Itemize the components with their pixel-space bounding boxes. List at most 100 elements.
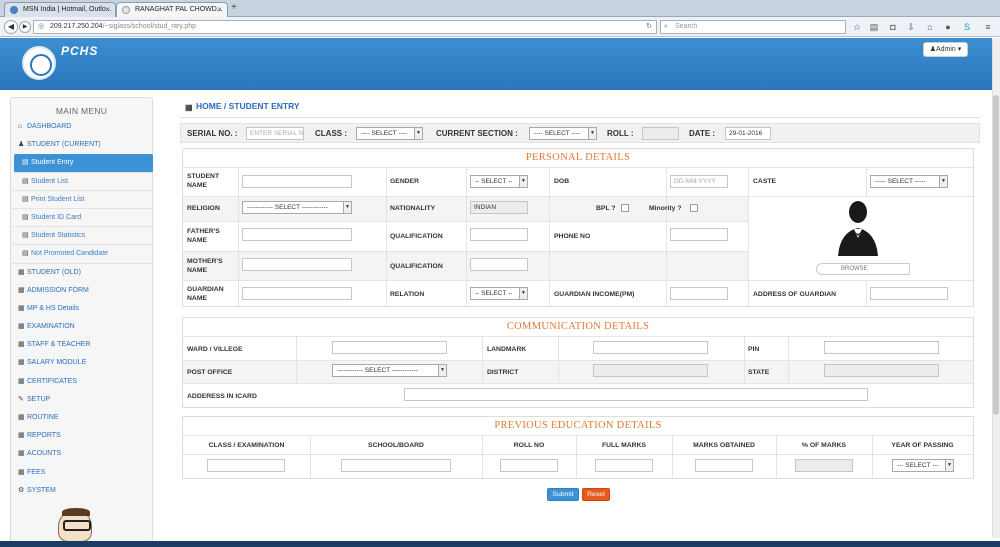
mother-qualification-input[interactable]: [470, 258, 528, 271]
bpl-checkbox[interactable]: [621, 204, 629, 212]
reload-icon[interactable]: ↻: [646, 21, 652, 33]
date-input[interactable]: 29-01-2016: [725, 127, 771, 140]
skype-icon[interactable]: S: [962, 22, 972, 32]
divider: [386, 167, 387, 306]
sidebar-title: MAIN MENU: [55, 106, 108, 116]
father-qualification-label: QUALIFICATION: [390, 233, 443, 240]
sidebar-item-student-old[interactable]: ▦ STUDENT (OLD): [10, 264, 153, 282]
chat-icon[interactable]: ●: [943, 22, 953, 32]
pocket-icon[interactable]: ◘: [888, 22, 898, 32]
phone-input[interactable]: [670, 228, 728, 241]
browser-tab-msn[interactable]: MSN India | Hotmail, Outlo... ×: [4, 2, 116, 17]
dob-input[interactable]: DD-MM-YYYY: [670, 175, 728, 188]
admin-dropdown-button[interactable]: ♟Admin ▾: [923, 42, 968, 57]
sidebar-item-student-list[interactable]: ▤ Student List: [10, 173, 153, 191]
district-input[interactable]: [593, 364, 708, 377]
submit-button[interactable]: Submit: [547, 488, 579, 501]
grid-icon: ▦: [18, 432, 25, 440]
address-bar[interactable]: ◎ 209.217.250.204/~siglass/school/stud_n…: [33, 20, 657, 34]
sidebar-item-student-statistics[interactable]: ▤ Student Statistics: [10, 227, 153, 246]
reset-button[interactable]: Reset: [582, 488, 610, 501]
msn-favicon-icon: [10, 6, 18, 14]
sidebar-item-setup[interactable]: ✎ SETUP: [10, 391, 153, 409]
column-header: % OF MARKS: [801, 442, 847, 449]
pin-input[interactable]: [824, 341, 939, 354]
minority-checkbox[interactable]: [690, 204, 698, 212]
new-tab-button[interactable]: +: [231, 2, 237, 13]
column-header: YEAR OF PASSING: [891, 442, 954, 449]
sidebar-item-fees[interactable]: ▦ FEES: [10, 464, 153, 482]
edu-full-marks-input[interactable]: [595, 459, 653, 472]
os-taskbar: [0, 541, 1000, 547]
forward-arrow-icon[interactable]: ▶: [19, 21, 31, 33]
student-name-label: STUDENT NAME: [187, 173, 220, 189]
sidebar-item-not-promoted-candidate[interactable]: ▤ Not Promoted Candidate: [10, 245, 153, 264]
grid-icon: ▦: [18, 377, 25, 385]
gender-select[interactable]: -- SELECT -- ▼: [470, 175, 528, 188]
list-icon: ▤: [22, 213, 29, 221]
sidebar-item-examination[interactable]: ▦ EXAMINATION: [10, 318, 153, 336]
back-arrow-icon[interactable]: ◀: [4, 20, 18, 34]
sidebar-item-salary-module[interactable]: ▦ SALARY MODULE: [10, 354, 153, 372]
wrench-icon: ✎: [18, 395, 24, 403]
relation-select[interactable]: -- SELECT -- ▼: [470, 287, 528, 300]
section-select[interactable]: ---- SELECT ---- ▼: [529, 127, 597, 140]
sidebar-item-mp-hs-details[interactable]: ▦ MP & HS Details: [10, 300, 153, 318]
state-input[interactable]: [824, 364, 939, 377]
hamburger-menu-icon[interactable]: ≡: [983, 22, 993, 32]
guardian-name-input[interactable]: [242, 287, 352, 300]
icard-address-input[interactable]: [404, 388, 868, 401]
guardian-address-input[interactable]: [870, 287, 948, 300]
scrollbar-thumb[interactable]: [993, 95, 999, 415]
bookmarks-list-icon[interactable]: ▤: [869, 22, 879, 32]
school-logo: [22, 46, 56, 80]
father-name-input[interactable]: [242, 228, 352, 241]
sidebar-item-print-student-list[interactable]: ▤ Print Student List: [10, 191, 153, 209]
student-name-input[interactable]: [242, 175, 352, 188]
edu-year-select[interactable]: --- SELECT --- ▼: [892, 459, 954, 472]
close-tab-icon[interactable]: ×: [105, 3, 110, 16]
serial-input[interactable]: ENTER SERIAL NO: [246, 127, 304, 140]
sidebar-item-student-entry[interactable]: ▤ Student Entry: [14, 154, 153, 173]
sidebar-item-acounts[interactable]: ▦ ACOUNTS: [10, 445, 153, 463]
home-browser-icon[interactable]: ⌂: [925, 22, 935, 32]
class-select[interactable]: ---- SELECT ---- ▼: [356, 127, 423, 140]
edu-class-input[interactable]: [207, 459, 285, 472]
sidebar-item-dashboard[interactable]: ⌂ DASHBOARD: [10, 118, 153, 136]
sidebar-item-label: ADMISSION FORM: [27, 286, 89, 294]
ward-input[interactable]: [332, 341, 447, 354]
bookmark-star-icon[interactable]: ☆: [852, 22, 862, 32]
class-label: CLASS :: [315, 129, 347, 138]
sidebar-item-routine[interactable]: ▦ ROUTINE: [10, 409, 153, 427]
edu-roll-input[interactable]: [500, 459, 558, 472]
sidebar-item-staff-teacher[interactable]: ▦ STAFF & TEACHER: [10, 336, 153, 354]
caste-select[interactable]: ----- SELECT ----- ▼: [870, 175, 948, 188]
religion-select[interactable]: ------------ SELECT ------------ ▼: [242, 201, 352, 214]
edu-percentage-input[interactable]: [795, 459, 853, 472]
sidebar-item-student-current[interactable]: ♟ STUDENT (CURRENT): [10, 136, 153, 154]
close-tab-icon[interactable]: ×: [217, 3, 222, 16]
breadcrumb-home-link[interactable]: HOME: [196, 101, 222, 111]
sidebar-item-reports[interactable]: ▦ REPORTS: [10, 427, 153, 445]
landmark-input[interactable]: [593, 341, 708, 354]
guardian-income-input[interactable]: [670, 287, 728, 300]
download-icon[interactable]: ⇩: [906, 22, 916, 32]
divider: [549, 167, 550, 306]
sidebar-item-admission-form[interactable]: ▦ ADMISSION FORM: [10, 282, 153, 300]
grid-icon: ▦: [18, 286, 25, 294]
sidebar-item-system[interactable]: ⚙ SYSTEM: [10, 482, 153, 500]
roll-input[interactable]: [642, 127, 679, 140]
edu-school-input[interactable]: [341, 459, 451, 472]
sidebar-item-certificates[interactable]: ▦ CERTIFICATES: [10, 373, 153, 391]
post-office-select[interactable]: ------------ SELECT ------------ ▼: [332, 364, 447, 377]
edu-marks-obtained-input[interactable]: [695, 459, 753, 472]
father-qualification-input[interactable]: [470, 228, 528, 241]
guardian-name-label: GUARDIAN NAME: [187, 286, 224, 302]
browser-search-input[interactable]: ⌕ Search: [660, 20, 846, 34]
nationality-input[interactable]: INDIAN: [470, 201, 528, 214]
caste-select-value: ----- SELECT -----: [875, 178, 926, 185]
sidebar-item-student-id-card[interactable]: ▤ Student ID Card: [10, 209, 153, 228]
browser-tab-ranaghat[interactable]: RANAGHAT PAL CHOWD... ×: [116, 2, 228, 17]
photo-upload-input[interactable]: BROWSE: [816, 263, 910, 275]
mother-name-input[interactable]: [242, 258, 352, 271]
